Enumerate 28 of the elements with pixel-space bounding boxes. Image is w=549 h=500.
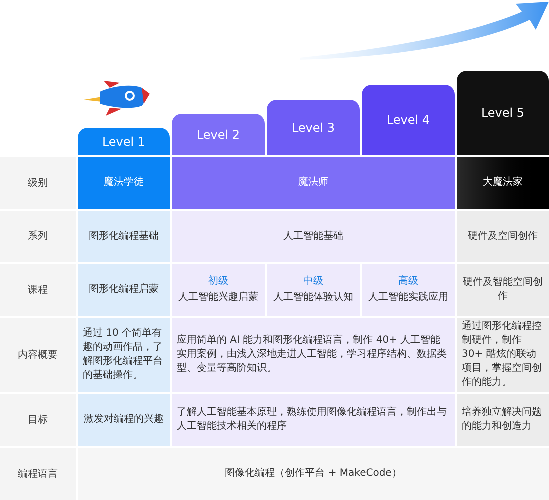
- table-cell: 魔法学徒: [78, 157, 170, 209]
- table-cell: 硬件及智能空间创作: [457, 264, 549, 316]
- table-cell: 激发对编程的兴趣: [78, 394, 170, 446]
- table-cell: 魔法师: [172, 157, 455, 209]
- table-cell: 硬件及空间创作: [457, 211, 549, 262]
- table-cell: 应用简单的 AI 能力和图形化编程语言，制作 40+ 人工智能实用案例，由浅入深地走进人工智能，学习程序结构、数据类型、变量等高阶知识。: [172, 318, 455, 392]
- table-cell: 图形化编程启蒙: [78, 264, 170, 316]
- row-label: 课程: [0, 264, 76, 316]
- course-grade: 初级: [208, 274, 228, 289]
- table-cell: 培养独立解决问题的能力和创造力: [457, 394, 549, 446]
- row-label: 编程语言: [0, 448, 76, 500]
- rocket-icon: [84, 80, 152, 116]
- table-cell: 人工智能基础: [172, 211, 455, 262]
- table-cell: 大魔法家: [457, 157, 549, 209]
- table-cell: 图像化编程（创作平台 + MakeCode）: [78, 448, 549, 500]
- row-label: 级别: [0, 157, 76, 209]
- row-label: 目标: [0, 394, 76, 446]
- course-grade: 高级: [398, 274, 418, 289]
- course-name: 人工智能实践应用: [368, 290, 448, 305]
- row-label: 内容概要: [0, 318, 76, 392]
- course-grade: 中级: [304, 274, 324, 289]
- table-cell: 了解人工智能基本原理，熟练使用图像化编程语言，制作出与人工智能技术相关的程序: [172, 394, 455, 446]
- table-cell: 通过 10 个简单有趣的动画作品，了解图形化编程平台的基础操作。: [78, 318, 170, 392]
- table-cell: 通过图形化编程控制硬件，制作 30+ 酷炫的联动项目，掌握空间创作的能力。: [457, 318, 549, 392]
- row-label: 系列: [0, 211, 76, 262]
- course-name: 人工智能体验认知: [274, 290, 354, 305]
- table-cell: 图形化编程基础: [78, 211, 170, 262]
- course-name: 人工智能兴趣启蒙: [178, 290, 258, 305]
